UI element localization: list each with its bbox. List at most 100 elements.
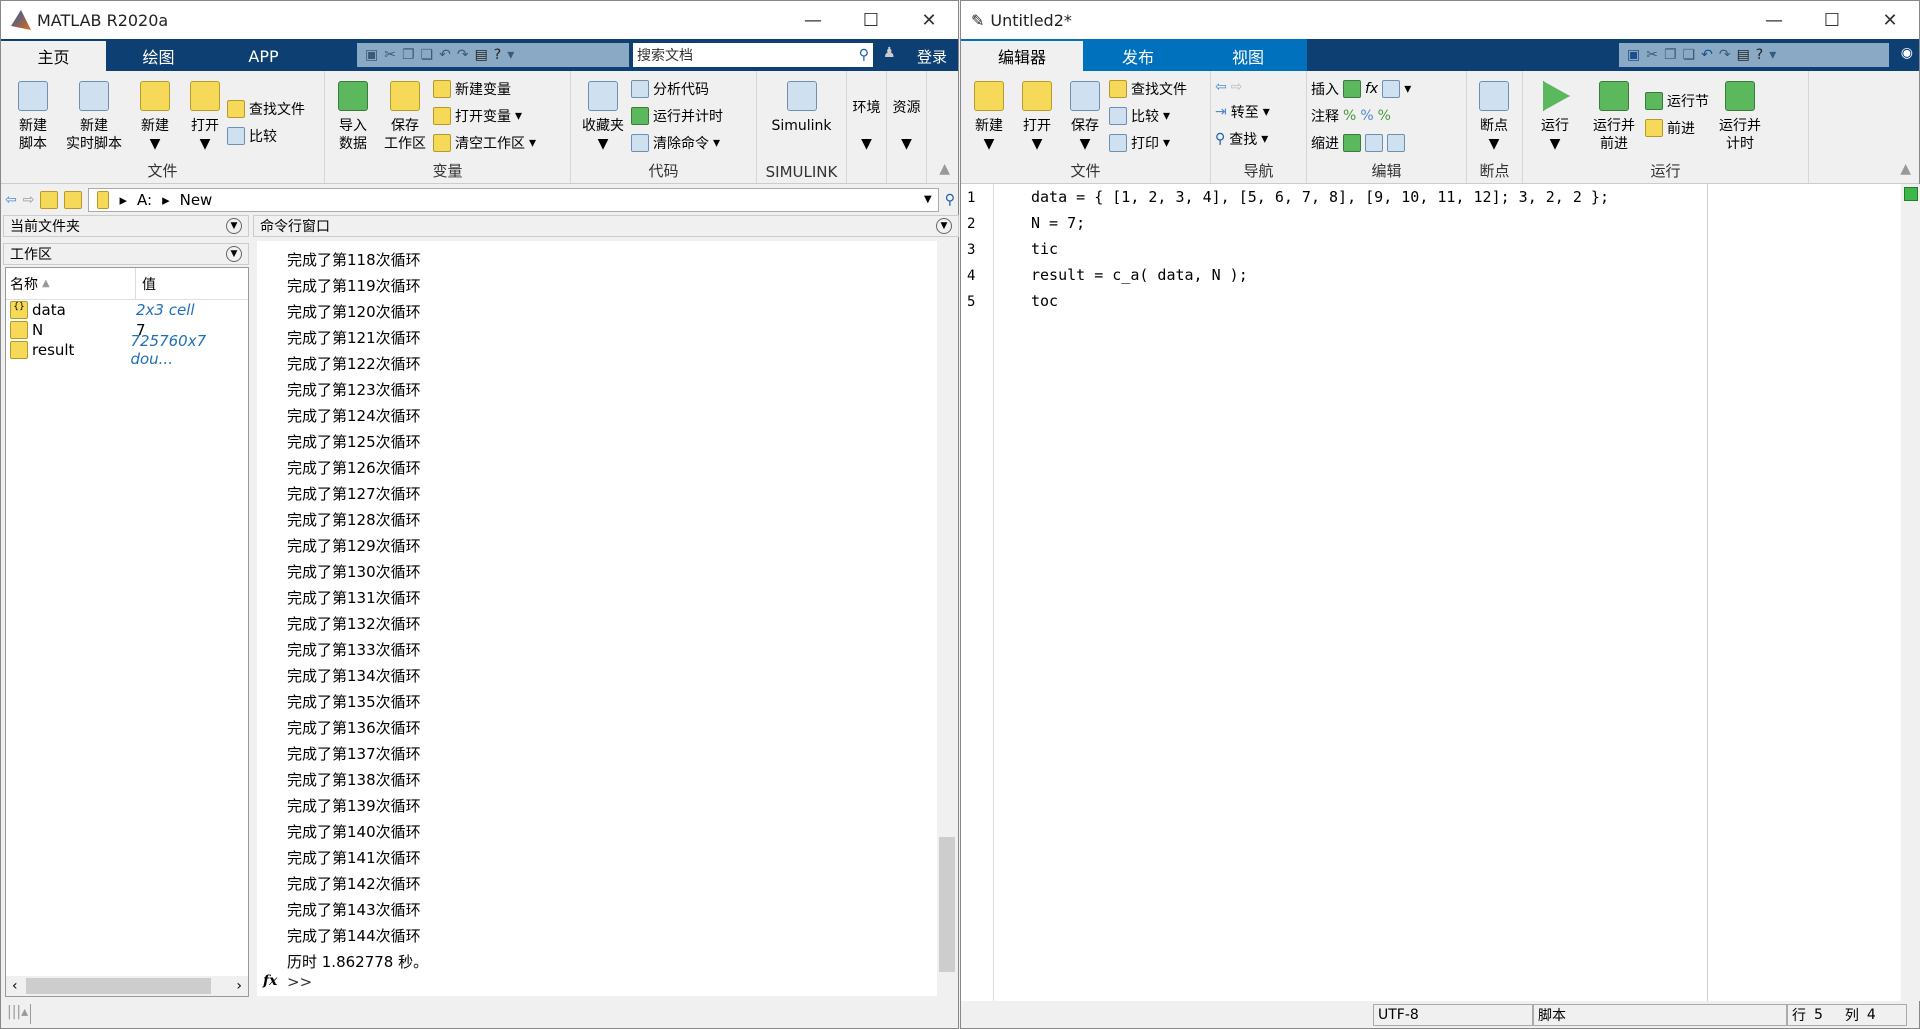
open-variable-button[interactable]: 打开变量 ▾ [433,106,536,126]
copy-icon[interactable]: ❐ [1664,47,1677,63]
tab-home[interactable]: 主页 [1,41,106,71]
uncomment-icon[interactable]: % [1360,108,1373,124]
expand-menu-icon[interactable]: ◉ [1901,45,1913,61]
minimize-button[interactable]: — [1745,10,1803,31]
goto-button[interactable]: ⇥ 转至 ▾ [1215,102,1270,122]
run-section-button[interactable]: 运行节 [1645,91,1709,111]
code-line[interactable]: result = c_a( data, N ); [1031,266,1248,284]
analyze-code-button[interactable]: 分析代码 [631,79,723,99]
tab-view[interactable]: 视图 [1193,41,1303,71]
collapse-ribbon-icon[interactable]: ▲ [939,161,950,177]
new-variable-button[interactable]: 新建变量 [433,79,536,99]
increase-indent-icon[interactable] [1365,134,1383,152]
chevron-down-icon[interactable]: ▼ [924,194,932,205]
find-button[interactable]: ⚲ 查找 ▾ [1215,129,1270,149]
undo-icon[interactable]: ↶ [1701,47,1713,63]
tab-publish[interactable]: 发布 [1083,41,1193,71]
search-icon[interactable]: ⚲ [859,47,873,63]
column-header-value[interactable]: 值 [136,274,156,294]
close-button[interactable]: ✕ [900,10,958,31]
insert-function-icon[interactable] [1382,80,1401,98]
window-icon[interactable]: ▤ [1737,47,1750,63]
save-icon[interactable]: ▣ [1627,47,1640,63]
smart-indent-icon[interactable] [1343,134,1361,152]
paste-icon[interactable]: ❏ [1683,47,1696,63]
cut-icon[interactable]: ✂ [1646,47,1658,63]
code-line[interactable]: data = { [1, 2, 3, 4], [5, 6, 7, 8], [9,… [1031,188,1609,206]
dropdown-icon[interactable]: ▾ [1769,47,1776,63]
current-folder-panel-header[interactable]: 当前文件夹 ▼ [3,215,249,237]
command-window[interactable]: fx >> 完成了第118次循环 完成了第119次循环 完成了第120次循环 完成了第… [257,241,937,996]
up-folder-icon[interactable] [40,190,59,209]
command-vertical-scrollbar[interactable] [937,241,957,996]
tab-plots[interactable]: 绘图 [106,41,211,71]
clear-commands-button[interactable]: 清除命令 ▾ [631,133,723,153]
clear-workspace-button[interactable]: 清空工作区 ▾ [433,133,536,153]
insert-button[interactable]: 插入 fx ▾ [1311,79,1411,99]
tab-apps[interactable]: APP [211,41,316,71]
close-button[interactable]: ✕ [1861,10,1919,31]
forward-icon[interactable]: ⇨ [1231,79,1243,95]
copy-icon[interactable]: ❐ [402,47,415,63]
fx-icon[interactable]: fx [1365,81,1378,97]
status-bar-grip-icon[interactable]: |||▴ [7,1004,31,1024]
search-documentation-input[interactable]: 搜索文档 ⚲ [633,43,873,67]
file-type-status: 脚本 [1533,1004,1787,1026]
paste-icon[interactable]: ❏ [421,47,434,63]
panel-menu-icon[interactable]: ▼ [226,218,242,234]
path-input[interactable]: ▸ A: ▸ New ▼ [88,187,939,212]
code-line[interactable]: tic [1031,240,1058,258]
undo-icon[interactable]: ↶ [439,47,451,63]
column-header-name[interactable]: 名称 ▲ [6,268,136,299]
code-analyzer-status-icon[interactable] [1904,187,1918,201]
login-link[interactable]: 登录 [917,46,947,67]
decrease-indent-icon[interactable] [1387,134,1405,152]
redo-icon[interactable]: ↷ [457,47,469,63]
horizontal-scrollbar[interactable]: ‹ › [6,976,248,996]
minimize-button[interactable]: — [784,10,842,31]
command-window-header[interactable]: 命令行窗口 ▼ [253,215,959,237]
dropdown-icon[interactable]: ▾ [507,47,514,63]
find-files-button[interactable]: 查找文件 [1109,79,1187,99]
tab-editor[interactable]: 编辑器 [961,41,1083,71]
indent-button[interactable]: 缩进 [1311,133,1411,153]
help-icon[interactable]: ? [1756,47,1763,63]
run-and-time-button[interactable]: 运行并计时 [631,106,723,126]
compare-button[interactable]: 比较 ▾ [1109,106,1187,126]
fx-icon[interactable]: fx [263,973,277,989]
help-icon[interactable]: ? [494,47,501,63]
comment-icon[interactable]: % [1343,108,1356,124]
workspace-panel-header[interactable]: 工作区 ▼ [3,243,249,265]
maximize-button[interactable]: ☐ [842,10,900,31]
editor-vertical-scrollbar[interactable] [1901,184,1920,1001]
browse-folder-icon[interactable] [64,190,83,209]
forward-icon[interactable]: ⇨ [23,192,35,208]
window-icon[interactable]: ▤ [475,47,488,63]
code-line[interactable]: N = 7; [1031,214,1085,232]
redo-icon[interactable]: ↷ [1719,47,1731,63]
table-row[interactable]: {} data 2x3 cell [6,300,248,320]
comment-button[interactable]: 注释%%% [1311,106,1411,126]
compare-button[interactable]: 比较 [227,126,305,146]
collapse-ribbon-icon[interactable]: ▲ [1900,161,1911,177]
notification-bell-icon[interactable]: ♟ [883,45,896,61]
search-folder-icon[interactable]: ⚲ [945,192,955,208]
find-files-button[interactable]: 查找文件 [227,99,305,119]
back-icon[interactable]: ⇦ [5,192,17,208]
resources-button[interactable]: 资源 ▼ [887,71,927,183]
insert-section-icon[interactable] [1343,80,1361,98]
code-line[interactable]: toc [1031,292,1058,310]
save-icon[interactable]: ▣ [365,47,378,63]
print-button[interactable]: 打印 ▾ [1109,133,1187,153]
back-icon[interactable]: ⇦ [1215,79,1227,95]
table-row[interactable]: result 725760x7 dou... [6,332,248,368]
code-editor[interactable]: 1 data = { [1, 2, 3, 4], [5, 6, 7, 8], [9… [961,184,1901,1001]
environment-button[interactable]: 环境 ▼ [847,71,887,183]
maximize-button[interactable]: ☐ [1803,10,1861,31]
wrap-comment-icon[interactable]: % [1378,108,1391,124]
cut-icon[interactable]: ✂ [384,47,396,63]
panel-menu-icon[interactable]: ▼ [226,246,242,262]
panel-menu-icon[interactable]: ▼ [936,218,952,234]
command-prompt[interactable]: >> [287,973,312,991]
advance-button[interactable]: 前进 [1645,118,1709,138]
